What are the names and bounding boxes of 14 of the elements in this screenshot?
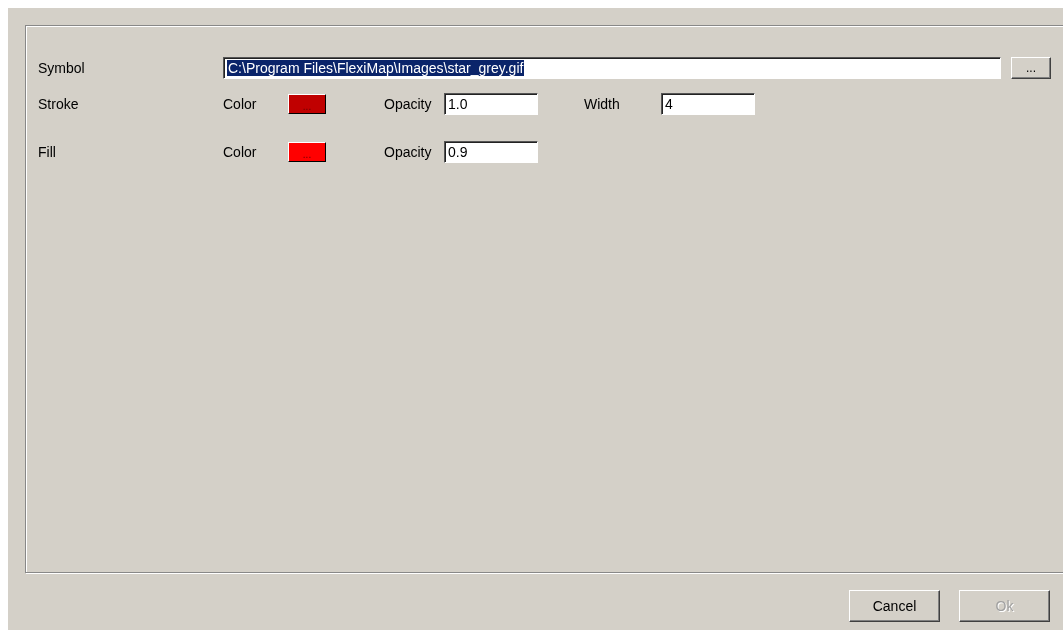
field-label: Opacity [384,96,433,112]
path-field[interactable]: C:\Program Files\FlexiMap\Images\star_grey.gif [223,57,1001,79]
dialog-button[interactable]: Cancel [849,590,940,622]
field-label: Symbol [38,60,86,76]
opacity-field[interactable]: 1.0 [444,93,538,115]
field-label: Width [584,96,621,112]
field-label: Opacity [384,144,433,160]
field-label: Color [223,144,258,160]
width-field[interactable]: 4 [661,93,755,115]
field-label: Stroke [38,96,80,112]
opacity-field[interactable]: 0.9 [444,141,538,163]
browse-button[interactable]: ... [1011,57,1051,79]
field-label: Color [223,96,258,112]
field-label: Fill [38,144,57,160]
